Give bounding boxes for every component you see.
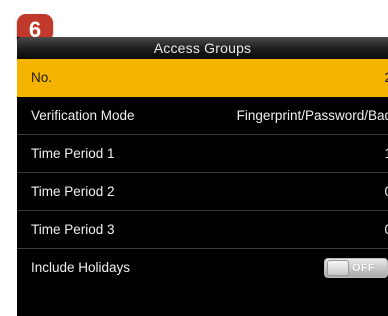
include-holidays-toggle[interactable]: OFF (324, 258, 388, 278)
toggle-state-text: OFF (352, 262, 375, 274)
row-verification-mode-label: Verification Mode (31, 108, 135, 123)
row-time-period-3[interactable]: Time Period 3 0 (17, 211, 388, 249)
row-number-label: No. (31, 70, 53, 85)
row-time-period-3-value: 0 (384, 211, 388, 248)
row-number-value: 2 (384, 59, 388, 96)
row-time-period-2-label: Time Period 2 (31, 184, 115, 199)
row-time-period-1[interactable]: Time Period 1 1 (17, 135, 388, 173)
row-time-period-2-value: 0 (384, 173, 388, 210)
device-screen: Access Groups No. 2 Verification Mode Fi… (17, 37, 388, 316)
row-verification-mode[interactable]: Verification Mode Fingerprint/Password/B… (17, 97, 388, 135)
row-time-period-1-value: 1 (384, 135, 388, 172)
row-time-period-2[interactable]: Time Period 2 0 (17, 173, 388, 211)
row-time-period-3-label: Time Period 3 (31, 222, 115, 237)
row-number[interactable]: No. 2 (17, 59, 388, 97)
window-title: Access Groups (17, 37, 388, 59)
toggle-knob[interactable] (327, 260, 349, 276)
row-verification-mode-value: Fingerprint/Password/Bad (236, 108, 388, 123)
row-time-period-1-label: Time Period 1 (31, 146, 115, 161)
row-include-holidays[interactable]: Include Holidays OFF (17, 249, 388, 287)
row-include-holidays-label: Include Holidays (31, 260, 131, 275)
